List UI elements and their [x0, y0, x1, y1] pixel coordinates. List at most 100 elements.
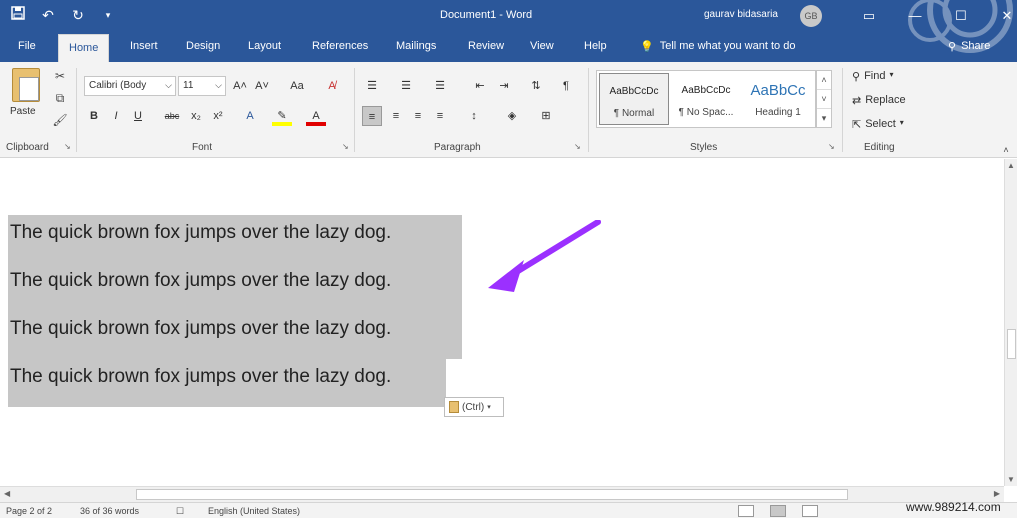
select-button[interactable]: ⇱ Select ▾ — [852, 118, 904, 131]
scroll-left-icon[interactable]: ◀ — [4, 489, 10, 498]
superscript-button[interactable]: x² — [208, 106, 228, 126]
paste-options-button[interactable]: (Ctrl) ▾ — [444, 397, 504, 417]
customize-icon[interactable]: ▾ — [98, 5, 118, 25]
chevron-down-icon: ▾ — [889, 70, 894, 79]
align-left-icon[interactable]: ≡ — [362, 106, 382, 126]
justify-icon[interactable]: ≡ — [430, 106, 450, 126]
replace-button[interactable]: ⇄ Replace — [852, 94, 906, 107]
sort-icon[interactable]: ⇅ — [526, 76, 546, 96]
redo-icon[interactable]: ↻ — [68, 5, 88, 25]
scroll-thumb[interactable] — [1007, 329, 1016, 359]
user-name[interactable]: gaurav bidasaria — [704, 9, 778, 20]
shading-icon[interactable]: ◈ — [502, 106, 522, 126]
group-divider — [588, 68, 589, 152]
cut-icon[interactable]: ✂ — [52, 68, 68, 84]
tab-insert[interactable]: Insert — [130, 40, 158, 52]
proofing-icon[interactable]: ☐ — [176, 506, 184, 517]
document-line[interactable]: The quick brown fox jumps over the lazy … — [8, 311, 462, 359]
subscript-button[interactable]: x₂ — [186, 106, 206, 126]
find-button[interactable]: ⚲ Find ▾ — [852, 70, 893, 83]
chevron-down-icon[interactable]: ˅ — [817, 90, 831, 109]
tab-references[interactable]: References — [312, 40, 368, 52]
horizontal-scrollbar[interactable]: ◀ ▶ — [0, 486, 1004, 502]
font-launcher-icon[interactable]: ↘ — [342, 142, 349, 151]
tab-layout[interactable]: Layout — [248, 40, 281, 52]
change-case-button[interactable]: Aa — [282, 76, 312, 96]
highlight-color-icon[interactable]: ✎ — [272, 106, 292, 126]
scroll-thumb[interactable] — [136, 489, 848, 500]
document-line[interactable]: The quick brown fox jumps over the lazy … — [8, 215, 462, 263]
document-area[interactable]: The quick brown fox jumps over the lazy … — [0, 159, 1004, 486]
scroll-right-icon[interactable]: ▶ — [994, 489, 1000, 498]
font-name-select[interactable]: Calibri (Body ⌵ — [84, 76, 176, 96]
align-right-icon[interactable]: ≡ — [408, 106, 428, 126]
copy-icon[interactable]: ⧉ — [52, 90, 68, 106]
ribbon-display-icon[interactable]: ▭ — [846, 4, 892, 28]
borders-icon[interactable]: ⊞ — [536, 106, 556, 126]
avatar[interactable]: GB — [800, 5, 822, 27]
minimize-icon[interactable]: — — [892, 4, 938, 28]
clipboard-group-label: Clipboard — [6, 142, 49, 153]
maximize-icon[interactable]: ☐ — [938, 4, 984, 28]
line-spacing-icon[interactable]: ↕ — [464, 106, 484, 126]
share-button[interactable]: ⚲ Share — [948, 40, 990, 53]
group-divider — [842, 68, 843, 152]
print-layout-icon[interactable] — [770, 505, 786, 517]
align-center-icon[interactable]: ≡ — [386, 106, 406, 126]
paste-button-label[interactable]: Paste — [10, 106, 36, 117]
vertical-scrollbar[interactable]: ▲ ▼ — [1004, 159, 1017, 486]
chevron-up-icon[interactable]: ˄ — [817, 71, 831, 90]
shrink-font-button[interactable]: A˅ — [252, 76, 272, 96]
show-marks-button[interactable]: ¶ — [556, 76, 576, 96]
tell-me-search[interactable]: 💡 Tell me what you want to do — [640, 40, 795, 53]
more-styles-icon[interactable]: ▾ — [817, 109, 831, 128]
annotation-arrow-icon — [488, 220, 601, 292]
underline-button[interactable]: U — [128, 106, 148, 126]
scroll-down-icon[interactable]: ▼ — [1007, 475, 1015, 484]
multilevel-list-icon[interactable]: ☰ — [430, 76, 450, 96]
undo-icon[interactable]: ↶ — [38, 5, 58, 25]
increase-indent-icon[interactable]: ⇥ — [494, 76, 514, 96]
person-icon: ⚲ — [948, 41, 957, 53]
document-line[interactable]: The quick brown fox jumps over the lazy … — [8, 359, 446, 407]
group-divider — [76, 68, 77, 152]
collapse-ribbon-icon[interactable]: ˄ — [998, 142, 1014, 158]
web-layout-icon[interactable] — [802, 505, 818, 517]
read-mode-icon[interactable] — [738, 505, 754, 517]
tab-review[interactable]: Review — [468, 40, 504, 52]
paragraph-group-label: Paragraph — [434, 142, 481, 153]
save-icon[interactable] — [8, 5, 28, 25]
decrease-indent-icon[interactable]: ⇤ — [470, 76, 490, 96]
language-status[interactable]: English (United States) — [208, 506, 300, 516]
paste-icon[interactable] — [12, 68, 40, 102]
word-count[interactable]: 36 of 36 words — [80, 506, 139, 516]
styles-scroll: ˄ ˅ ▾ — [816, 70, 832, 128]
bold-button[interactable]: B — [84, 106, 104, 126]
format-painter-icon[interactable]: 🖌 — [52, 112, 68, 128]
tab-view[interactable]: View — [530, 40, 554, 52]
paragraph-launcher-icon[interactable]: ↘ — [574, 142, 581, 151]
document-line[interactable]: The quick brown fox jumps over the lazy … — [8, 263, 462, 311]
numbering-icon[interactable]: ☰ — [396, 76, 416, 96]
scroll-up-icon[interactable]: ▲ — [1007, 161, 1015, 170]
bullets-icon[interactable]: ☰ — [362, 76, 382, 96]
font-color-icon[interactable]: A — [306, 106, 326, 126]
italic-button[interactable]: I — [106, 106, 126, 126]
style-no-spacing[interactable]: AaBbCcDc ¶ No Spac... — [671, 73, 741, 125]
text-effects-icon[interactable]: A — [240, 106, 260, 126]
clipboard-launcher-icon[interactable]: ↘ — [64, 142, 71, 151]
clear-formatting-icon[interactable]: A̸ — [322, 76, 342, 96]
font-size-select[interactable]: 11 ⌵ — [178, 76, 226, 96]
strikethrough-button[interactable]: abc — [160, 106, 184, 126]
styles-launcher-icon[interactable]: ↘ — [828, 142, 835, 151]
grow-font-button[interactable]: A˄ — [230, 76, 250, 96]
style-normal[interactable]: AaBbCcDc ¶ Normal — [599, 73, 669, 125]
page-count[interactable]: Page 2 of 2 — [6, 506, 52, 516]
tab-help[interactable]: Help — [584, 40, 607, 52]
tab-design[interactable]: Design — [186, 40, 220, 52]
tab-mailings[interactable]: Mailings — [396, 40, 436, 52]
tab-file[interactable]: File — [18, 40, 36, 52]
style-heading-1[interactable]: AaBbCc Heading 1 — [743, 73, 813, 125]
close-icon[interactable]: ✕ — [984, 4, 1017, 28]
tab-home[interactable]: Home — [58, 34, 110, 64]
